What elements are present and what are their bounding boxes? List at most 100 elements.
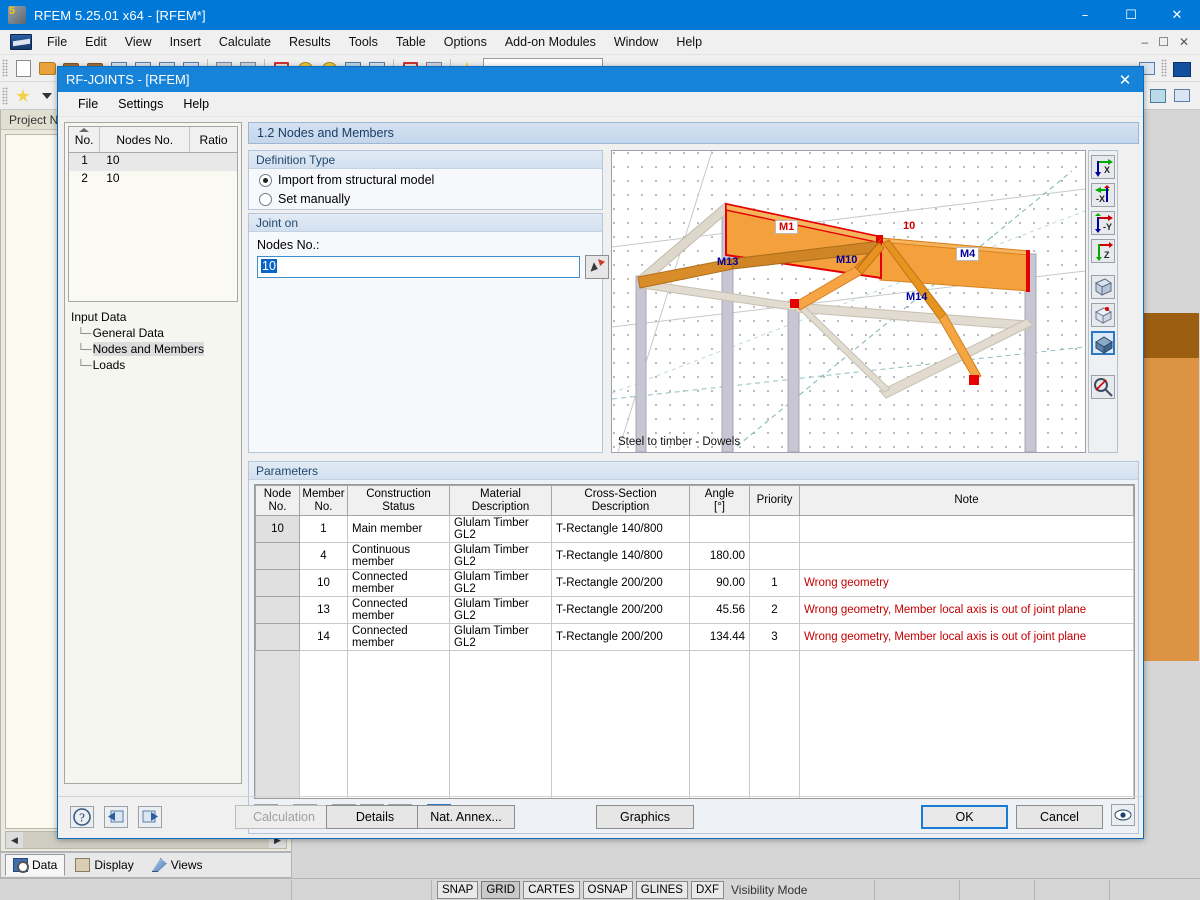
cancel-button[interactable]: Cancel [1016, 805, 1103, 829]
table-empty-row[interactable] [256, 683, 1134, 699]
col-priority[interactable]: Priority [750, 486, 800, 516]
parameters-table[interactable]: NodeNo. MemberNo. ConstructionStatus Mat… [254, 484, 1135, 799]
view-x-button[interactable]: X [1091, 155, 1115, 179]
scroll-left-icon[interactable]: ◀ [6, 832, 23, 848]
table-row[interactable]: 14 Connected member Glulam Timber GL2 T-… [256, 624, 1134, 651]
tab-data[interactable]: Data [5, 854, 65, 876]
view-z-button[interactable]: Z [1091, 239, 1115, 263]
minimize-button[interactable]: – [1062, 0, 1108, 30]
table-empty-row[interactable] [256, 747, 1134, 763]
menu-results[interactable]: Results [280, 32, 340, 52]
ok-button[interactable]: OK [921, 805, 1008, 829]
col-note[interactable]: Note [800, 486, 1134, 516]
joints-list-row[interactable]: 1 10 [69, 153, 237, 171]
column-header-ratio[interactable]: Ratio [190, 127, 237, 152]
member-label-m10: M10 [836, 254, 857, 266]
menu-view[interactable]: View [116, 32, 161, 52]
column-header-nodes-no[interactable]: Nodes No. [100, 127, 190, 152]
help-button[interactable]: ? [70, 806, 94, 828]
menu-addon-modules[interactable]: Add-on Modules [496, 32, 605, 52]
view-x-label: X [1104, 165, 1110, 175]
menu-file[interactable]: File [38, 32, 76, 52]
view-negative-x-button[interactable]: -X [1091, 183, 1115, 207]
table-empty-row[interactable] [256, 667, 1134, 683]
dialog-close-button[interactable]: ✕ [1107, 67, 1143, 92]
menu-options[interactable]: Options [435, 32, 496, 52]
tree-item-nodes-and-members[interactable]: └─Nodes and Members [69, 341, 238, 357]
grid-button[interactable]: GRID [481, 881, 520, 899]
col-cross-section-description[interactable]: Cross-SectionDescription [552, 486, 690, 516]
radio-import-from-structural-model[interactable]: Import from structural model [259, 173, 434, 187]
view-render-button[interactable] [1091, 331, 1115, 355]
details-button[interactable]: Details [326, 805, 424, 829]
render-model-icon[interactable] [1171, 58, 1193, 79]
table-empty-row[interactable] [256, 779, 1134, 795]
previous-button[interactable] [104, 806, 128, 828]
menu-edit[interactable]: Edit [76, 32, 116, 52]
view-rotate-button[interactable] [1091, 303, 1115, 327]
toolbar-grip-icon[interactable] [2, 87, 8, 105]
col-node-no[interactable]: NodeNo. [256, 486, 300, 516]
mdi-close-button[interactable]: ✕ [1174, 35, 1194, 49]
mdi-restore-button[interactable]: ☐ [1153, 35, 1174, 49]
table-row[interactable]: 10 1 Main member Glulam Timber GL2 T-Rec… [256, 516, 1134, 543]
new-file-icon[interactable] [12, 58, 34, 79]
table-empty-row[interactable] [256, 731, 1134, 747]
table-empty-row[interactable] [256, 651, 1134, 667]
table-empty-row[interactable] [256, 715, 1134, 731]
tree-item-loads[interactable]: └─Loads [69, 357, 238, 373]
table-empty-row[interactable] [256, 763, 1134, 779]
result-tables-icon[interactable] [1171, 85, 1193, 106]
joints-list[interactable]: No. Nodes No. Ratio 1 10 2 10 [68, 126, 238, 302]
snap-button[interactable]: SNAP [437, 881, 478, 899]
pick-node-button[interactable] [585, 255, 609, 279]
radio-label: Set manually [278, 192, 350, 206]
tab-display[interactable]: Display [67, 854, 141, 876]
mdi-minimize-button[interactable]: – [1136, 35, 1153, 49]
menu-help[interactable]: Help [667, 32, 711, 52]
radio-set-manually[interactable]: Set manually [259, 192, 350, 206]
dropdown-caret-icon[interactable] [36, 85, 58, 106]
close-button[interactable]: ✕ [1154, 0, 1200, 30]
table-empty-row[interactable] [256, 699, 1134, 715]
joints-list-row[interactable]: 2 10 [69, 171, 237, 189]
menu-calculate[interactable]: Calculate [210, 32, 280, 52]
menu-tools[interactable]: Tools [340, 32, 387, 52]
view-zoom-button[interactable] [1091, 375, 1115, 399]
tab-views[interactable]: Views [144, 854, 211, 876]
col-material-description[interactable]: MaterialDescription [450, 486, 552, 516]
new-node-icon[interactable] [12, 85, 34, 106]
tree-item-general-data[interactable]: └─General Data [69, 325, 238, 341]
menu-insert[interactable]: Insert [161, 32, 210, 52]
nodes-no-input[interactable]: 10 [257, 256, 580, 278]
section-properties-icon[interactable] [1147, 85, 1169, 106]
cartes-button[interactable]: CARTES [523, 881, 579, 899]
col-member-no[interactable]: MemberNo. [300, 486, 348, 516]
maximize-button[interactable]: ☐ [1108, 0, 1154, 30]
osnap-button[interactable]: OSNAP [583, 881, 633, 899]
nat-annex-button[interactable]: Nat. Annex... [417, 805, 515, 829]
col-construction-status[interactable]: ConstructionStatus [348, 486, 450, 516]
col-angle[interactable]: Angle[°] [690, 486, 750, 516]
tree-root-input-data[interactable]: Input Data [69, 308, 238, 325]
dialog-menu-settings[interactable]: Settings [108, 94, 173, 114]
menu-table[interactable]: Table [387, 32, 435, 52]
graphics-button[interactable]: Graphics [596, 805, 694, 829]
glines-button[interactable]: GLINES [636, 881, 688, 899]
table-row[interactable]: 13 Connected member Glulam Timber GL2 T-… [256, 597, 1134, 624]
toolbar-grip-icon[interactable] [2, 59, 8, 77]
table-row[interactable]: 4 Continuous member Glulam Timber GL2 T-… [256, 543, 1134, 570]
graphics-viewport[interactable]: M1 10 M4 M13 M10 M14 Steel to timber - D… [611, 150, 1086, 453]
open-file-icon[interactable] [36, 58, 58, 79]
column-header-no[interactable]: No. [69, 127, 100, 152]
calculation-button[interactable]: Calculation [235, 805, 333, 829]
dialog-menu-help[interactable]: Help [173, 94, 219, 114]
table-row[interactable]: 10 Connected member Glulam Timber GL2 T-… [256, 570, 1134, 597]
next-button[interactable] [138, 806, 162, 828]
dialog-menu-file[interactable]: File [68, 94, 108, 114]
dxf-button[interactable]: DXF [691, 881, 724, 899]
menu-window[interactable]: Window [605, 32, 667, 52]
toolbar-grip-icon[interactable] [1161, 59, 1167, 77]
view-isometric-button[interactable] [1091, 275, 1115, 299]
view-negative-y-button[interactable]: -Y [1091, 211, 1115, 235]
